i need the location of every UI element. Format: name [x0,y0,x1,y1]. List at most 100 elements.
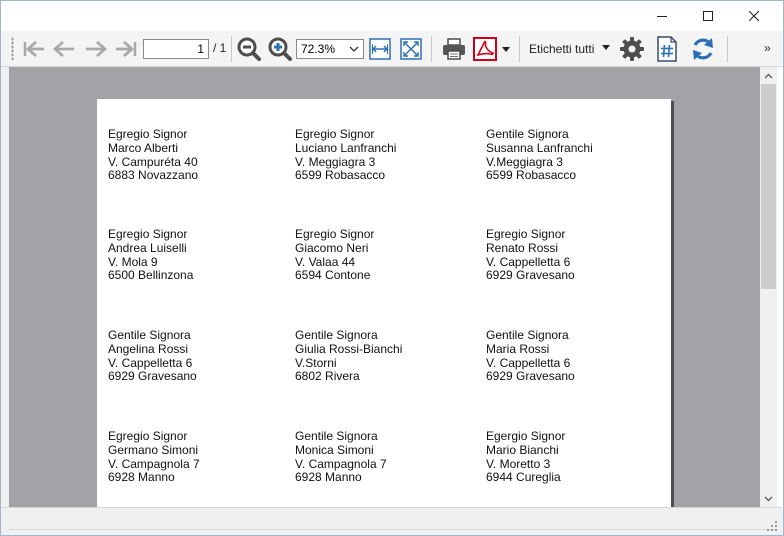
label-recipient-name: Luciano Lanfranchi [295,140,397,155]
address-label: Gentile Signora Susanna Lanfranchi V.Meggi… [486,127,593,183]
label-street-address: V. Moretto 3 [486,456,551,471]
zoom-out-icon [237,37,261,61]
label-recipient-name: Giulia Rossi-Bianchi [295,341,403,356]
toolbar-separator [727,36,728,62]
zoom-in-button[interactable] [267,37,293,61]
fit-page-button[interactable] [399,37,423,61]
label-postal-city: 6883 Novazzano [108,168,199,183]
label-salutation: Egregio Signor [108,127,188,141]
toolbar-separator [519,36,520,62]
page-total-label: / 1 [213,41,227,55]
chevron-up-icon [764,73,773,78]
last-page-icon [116,40,137,58]
next-page-icon [86,40,108,58]
address-label: Egregio Signor Germano Simoni V. Campagnol… [108,429,200,485]
label-salutation: Egergio Signor [486,429,566,443]
zoom-out-button[interactable] [236,37,262,61]
label-postal-city: 6929 Gravesano [486,268,575,283]
label-recipient-name: Marco Alberti [108,140,179,155]
label-salutation: Egregio Signor [295,127,375,141]
label-salutation: Egregio Signor [295,227,375,241]
label-postal-city: 6929 Gravesano [108,369,197,384]
print-button[interactable] [440,37,468,61]
label-postal-city: 6929 Gravesano [486,369,575,384]
vertical-scrollbar[interactable] [760,67,777,507]
label-salutation: Gentile Signora [486,328,569,342]
label-recipient-name: Germano Simoni [108,442,199,457]
close-button[interactable] [731,1,777,31]
settings-button[interactable] [618,36,646,62]
label-salutation: Gentile Signora [486,127,569,141]
label-postal-city: 6928 Manno [295,470,362,485]
refresh-icon [693,38,713,60]
label-street-address: V. Valaa 44 [295,254,356,269]
address-label: Egergio Signor Mario Bianchi V. Moretto 36… [486,429,566,485]
resize-grip-icon[interactable] [767,521,777,531]
previous-page-button[interactable] [51,38,77,60]
label-recipient-name: Maria Rossi [486,341,550,356]
printer-icon [443,38,465,60]
previous-page-icon [52,40,74,58]
address-label: Egregio Signor Luciano Lanfranchi V. Meggi… [295,127,397,183]
label-street-address: V. Mola 9 [108,254,158,269]
chevron-down-icon [764,496,773,501]
scroll-thumb[interactable] [761,84,776,289]
label-postal-city: 6802 Rivera [295,369,360,384]
hash-document-icon [657,36,677,62]
numbering-button[interactable] [655,36,679,62]
label-street-address: V. Meggiagra 3 [295,154,376,169]
first-page-button[interactable] [21,38,47,60]
label-recipient-name: Giacomo Neri [295,240,369,255]
label-street-address: V. Campagnola 7 [295,456,387,471]
refresh-button[interactable] [689,36,717,62]
label-recipient-name: Andrea Luiselli [108,240,187,255]
export-pdf-button[interactable] [472,37,498,61]
address-label: Gentile Signora Monica Simoni V. Campagnol… [295,429,387,485]
label-recipient-name: Renato Rossi [486,240,559,255]
report-page: Egregio Signor Marco Alberti V. Campuréta … [97,99,671,507]
label-recipient-name: Monica Simoni [295,442,374,457]
viewport-left-border [1,67,9,507]
minimize-icon [657,16,667,17]
zoom-select[interactable]: 72.3% [296,39,364,59]
label-salutation: Egregio Signor [486,227,566,241]
next-page-button[interactable] [83,38,109,60]
label-street-address: V.Meggiagra 3 [486,154,563,169]
address-label: Gentile Signora Maria Rossi V. Cappelletta… [486,328,575,384]
label-salutation: Gentile Signora [108,328,191,342]
document-viewport[interactable]: Egregio Signor Marco Alberti V. Campuréta … [9,67,760,507]
gear-icon [620,37,644,61]
label-salutation: Egregio Signor [108,227,188,241]
address-label: Egregio Signor Marco Alberti V. Campuréta … [108,127,199,183]
scroll-down-button[interactable] [760,490,777,507]
page-number-input[interactable] [143,39,209,59]
label-postal-city: 6928 Manno [108,470,175,485]
label-postal-city: 6599 Robasacco [295,168,386,183]
label-salutation: Gentile Signora [295,328,378,342]
toolbar-overflow-button[interactable]: » [764,41,771,55]
labels-filter-dropdown[interactable]: Etichetti tutti [529,42,594,56]
address-label: Gentile Signora Angelina Rossi V. Cappelle… [108,328,197,384]
caret-down-icon[interactable] [601,42,611,52]
label-street-address: V. Cappelletta 6 [486,254,571,269]
caret-down-icon [502,47,510,52]
toolbar: / 1 72.3% [1,31,783,67]
maximize-button[interactable] [685,1,731,31]
label-street-address: V.Storni [295,355,337,370]
label-street-address: V. Cappelletta 6 [486,355,571,370]
toolbar-grip[interactable] [11,37,14,61]
fit-width-button[interactable] [368,37,392,61]
minimize-button[interactable] [639,1,685,31]
label-postal-city: 6599 Robasacco [486,168,577,183]
address-label: Gentile Signora Giulia Rossi-Bianchi V.Sto… [295,328,403,384]
label-salutation: Gentile Signora [295,429,378,443]
address-label: Egregio Signor Andrea Luiselli V. Mola 9 65… [108,227,193,283]
scroll-up-button[interactable] [760,67,777,84]
last-page-button[interactable] [113,38,139,60]
pdf-icon [473,37,497,61]
label-postal-city: 6944 Cureglia [486,470,561,485]
pdf-options-dropdown[interactable] [500,41,512,57]
label-street-address: V. Campuréta 40 [108,154,198,169]
label-street-address: V. Cappelletta 6 [108,355,193,370]
fit-width-icon [369,38,391,60]
